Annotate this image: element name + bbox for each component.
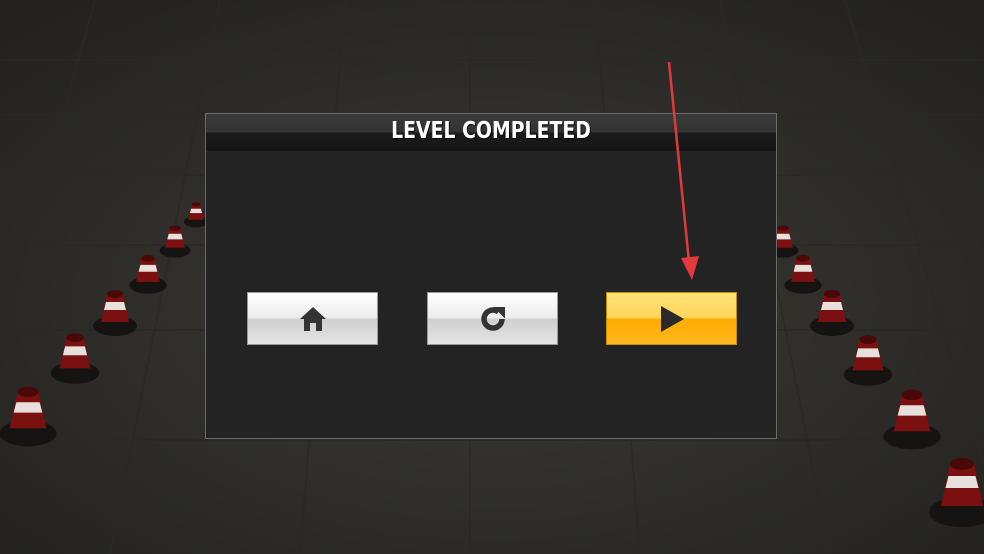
replay-icon	[480, 306, 505, 331]
home-icon	[299, 306, 326, 331]
next-level-button[interactable]	[606, 292, 737, 345]
home-button[interactable]	[247, 292, 378, 345]
dialog-title: LEVEL COMPLETED	[391, 118, 591, 144]
play-icon	[660, 305, 684, 332]
level-completed-dialog: LEVEL COMPLETED	[205, 113, 777, 439]
dialog-header: LEVEL COMPLETED	[206, 114, 776, 151]
replay-button[interactable]	[427, 292, 558, 345]
